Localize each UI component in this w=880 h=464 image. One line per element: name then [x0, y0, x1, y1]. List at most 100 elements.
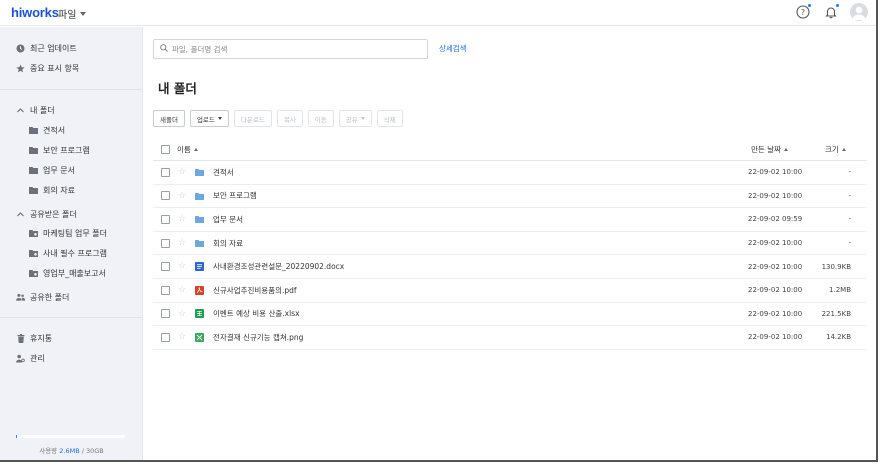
file-size: 130.9KB: [821, 262, 851, 271]
sidebar-item-label: 업무 문서: [43, 165, 75, 175]
star-icon[interactable]: ☆: [178, 285, 186, 295]
sidebar-item-folder[interactable]: 보안 프로그램: [0, 141, 143, 159]
download-button[interactable]: 다운로드: [233, 110, 272, 127]
sidebar-item-label: 중요 표시 항목: [30, 63, 80, 73]
file-size: 14.2KB: [826, 333, 851, 342]
table-row[interactable]: ☆ 사내환경조성관련설문_20220902.docx 22-09-02 10:00 1…: [153, 255, 867, 279]
button-label: 이동: [314, 115, 327, 124]
sort-by-name[interactable]: 이름: [177, 144, 198, 155]
file-date: 22-09-02 10:00: [748, 262, 803, 271]
upload-button[interactable]: 업로드: [189, 110, 229, 127]
table-row[interactable]: ☆ 전자결재 신규기능 캡쳐.png 22-09-02 10:00 14.2KB: [153, 326, 867, 350]
table-row[interactable]: ☆ 이벤트 예상 비용 산출.xlsx 22-09-02 10:00 221.5KB: [153, 303, 867, 327]
star-icon[interactable]: ☆: [178, 238, 186, 248]
sidebar-item-shared-folder[interactable]: 마케팅팀 업무 폴더: [0, 224, 143, 242]
star-icon[interactable]: ☆: [178, 262, 186, 271]
sidebar-section-shared-received[interactable]: 공유받은 폴더: [0, 205, 143, 223]
sort-by-size[interactable]: 크기: [825, 144, 846, 155]
sidebar-item-starred[interactable]: 중요 표시 항목: [0, 59, 143, 77]
sidebar-item-shared-folder[interactable]: 사내 필수 프로그램: [0, 244, 143, 262]
file-table: 이름 만든 날짜 크기 ☆ 견적서 22-09-02 10:00 - ☆ 보안 프로그램 2…: [153, 139, 867, 350]
star-icon[interactable]: ☆: [178, 168, 186, 177]
search-input[interactable]: [172, 44, 412, 54]
row-checkbox[interactable]: [161, 285, 170, 295]
copy-button[interactable]: 복사: [276, 110, 303, 127]
trash-icon: [16, 333, 25, 343]
sidebar-section-label: 내 폴더: [30, 105, 55, 115]
sidebar-item-label: 최근 업데이트: [30, 43, 77, 53]
star-icon[interactable]: ☆: [178, 191, 186, 201]
help-icon[interactable]: ?: [794, 3, 812, 21]
file-name[interactable]: 견적서: [213, 167, 234, 178]
file-size: 221.5KB: [821, 309, 851, 318]
sidebar-item-folder[interactable]: 견적서: [0, 121, 143, 139]
row-checkbox[interactable]: [161, 214, 170, 224]
image-file-icon: [195, 332, 204, 342]
file-date: 22-09-02 09:59: [748, 215, 803, 224]
file-name[interactable]: 사내환경조성관련설문_20220902.docx: [213, 261, 344, 272]
file-date: 22-09-02 10:00: [748, 239, 803, 248]
row-checkbox[interactable]: [161, 238, 170, 248]
sidebar-item-label: 휴지통: [30, 333, 53, 343]
usage-label: 사용량: [39, 447, 58, 455]
sidebar-item-folder[interactable]: 회의 자료: [0, 181, 143, 199]
file-date: 22-09-02 10:00: [748, 286, 803, 295]
file-name[interactable]: 전자결재 신규기능 캡쳐.png: [213, 332, 303, 343]
sidebar-item-shared-sent[interactable]: 공유한 폴더: [0, 288, 143, 306]
file-name[interactable]: 보안 프로그램: [213, 190, 257, 201]
file-name[interactable]: 신규사업추진비용품의.pdf: [213, 285, 297, 296]
sort-asc-icon: [841, 148, 846, 151]
sort-asc-icon: [783, 148, 788, 151]
row-checkbox[interactable]: [161, 167, 170, 177]
table-row[interactable]: ☆ 회의 자료 22-09-02 10:00 -: [153, 232, 867, 256]
bell-icon[interactable]: [822, 3, 840, 21]
sidebar-item-folder[interactable]: 업무 문서: [0, 161, 143, 179]
row-checkbox[interactable]: [161, 309, 170, 319]
search-box[interactable]: [153, 39, 428, 59]
app-name: 파일: [58, 10, 77, 21]
table-row[interactable]: ☆ 신규사업추진비용품의.pdf 22-09-02 10:00 1.2MB: [153, 279, 867, 303]
row-checkbox[interactable]: [161, 191, 170, 201]
hiworks-logo[interactable]: hiworks: [11, 5, 59, 20]
move-button[interactable]: 이동: [307, 110, 334, 127]
users-icon: [16, 293, 25, 302]
sidebar-item-admin[interactable]: 관리: [0, 349, 143, 367]
row-checkbox[interactable]: [161, 332, 170, 342]
sidebar-item-label: 보안 프로그램: [43, 145, 90, 155]
advanced-search-link[interactable]: 상세검색: [439, 43, 467, 54]
star-icon[interactable]: ☆: [178, 309, 186, 319]
file-date: 22-09-02 10:00: [748, 333, 803, 342]
file-name[interactable]: 이벤트 예상 비용 산출.xlsx: [213, 308, 300, 319]
delete-button[interactable]: 삭제: [376, 110, 403, 127]
folder-icon: [29, 146, 38, 155]
file-name[interactable]: 회의 자료: [213, 238, 243, 249]
sidebar-divider: [0, 317, 143, 318]
table-row[interactable]: ☆ 업무 문서 22-09-02 09:59 -: [153, 208, 867, 232]
folder-icon: [29, 166, 38, 175]
file-name[interactable]: 업무 문서: [213, 214, 243, 225]
table-row[interactable]: ☆ 보안 프로그램 22-09-02 10:00 -: [153, 185, 867, 209]
star-icon[interactable]: ☆: [178, 333, 186, 342]
sort-by-date[interactable]: 만든 날짜: [751, 144, 788, 155]
sidebar-item-recent[interactable]: 최근 업데이트: [0, 39, 143, 57]
button-label: 복사: [283, 115, 296, 124]
chevron-up-icon: [16, 210, 25, 219]
chevron-up-icon: [16, 106, 25, 115]
app-window: hiworks 파일 ? 최근 업데이트 중요 표시 항목 내 폴더 견적서 보…: [0, 0, 878, 462]
row-checkbox[interactable]: [161, 262, 170, 272]
sidebar-item-shared-folder[interactable]: 영업부_매출보고서: [0, 264, 143, 282]
sidebar-item-trash[interactable]: 휴지통: [0, 329, 143, 347]
table-row[interactable]: ☆ 견적서 22-09-02 10:00 -: [153, 161, 867, 185]
help-notification-dot: [808, 4, 811, 7]
star-icon[interactable]: ☆: [178, 215, 186, 224]
share-button[interactable]: 공유: [338, 110, 372, 127]
sidebar-item-label: 회의 자료: [43, 185, 75, 195]
table-body: ☆ 견적서 22-09-02 10:00 - ☆ 보안 프로그램 22-09-02 10:0…: [153, 161, 867, 350]
sidebar-section-label: 공유받은 폴더: [30, 209, 77, 219]
app-switcher[interactable]: 파일: [58, 6, 87, 21]
new-folder-button[interactable]: 새폴더: [153, 110, 185, 127]
select-all-checkbox[interactable]: [161, 145, 170, 154]
sidebar-item-label: 영업부_매출보고서: [43, 268, 106, 278]
sidebar-section-my-folder[interactable]: 내 폴더: [0, 101, 143, 119]
avatar[interactable]: [850, 3, 868, 21]
